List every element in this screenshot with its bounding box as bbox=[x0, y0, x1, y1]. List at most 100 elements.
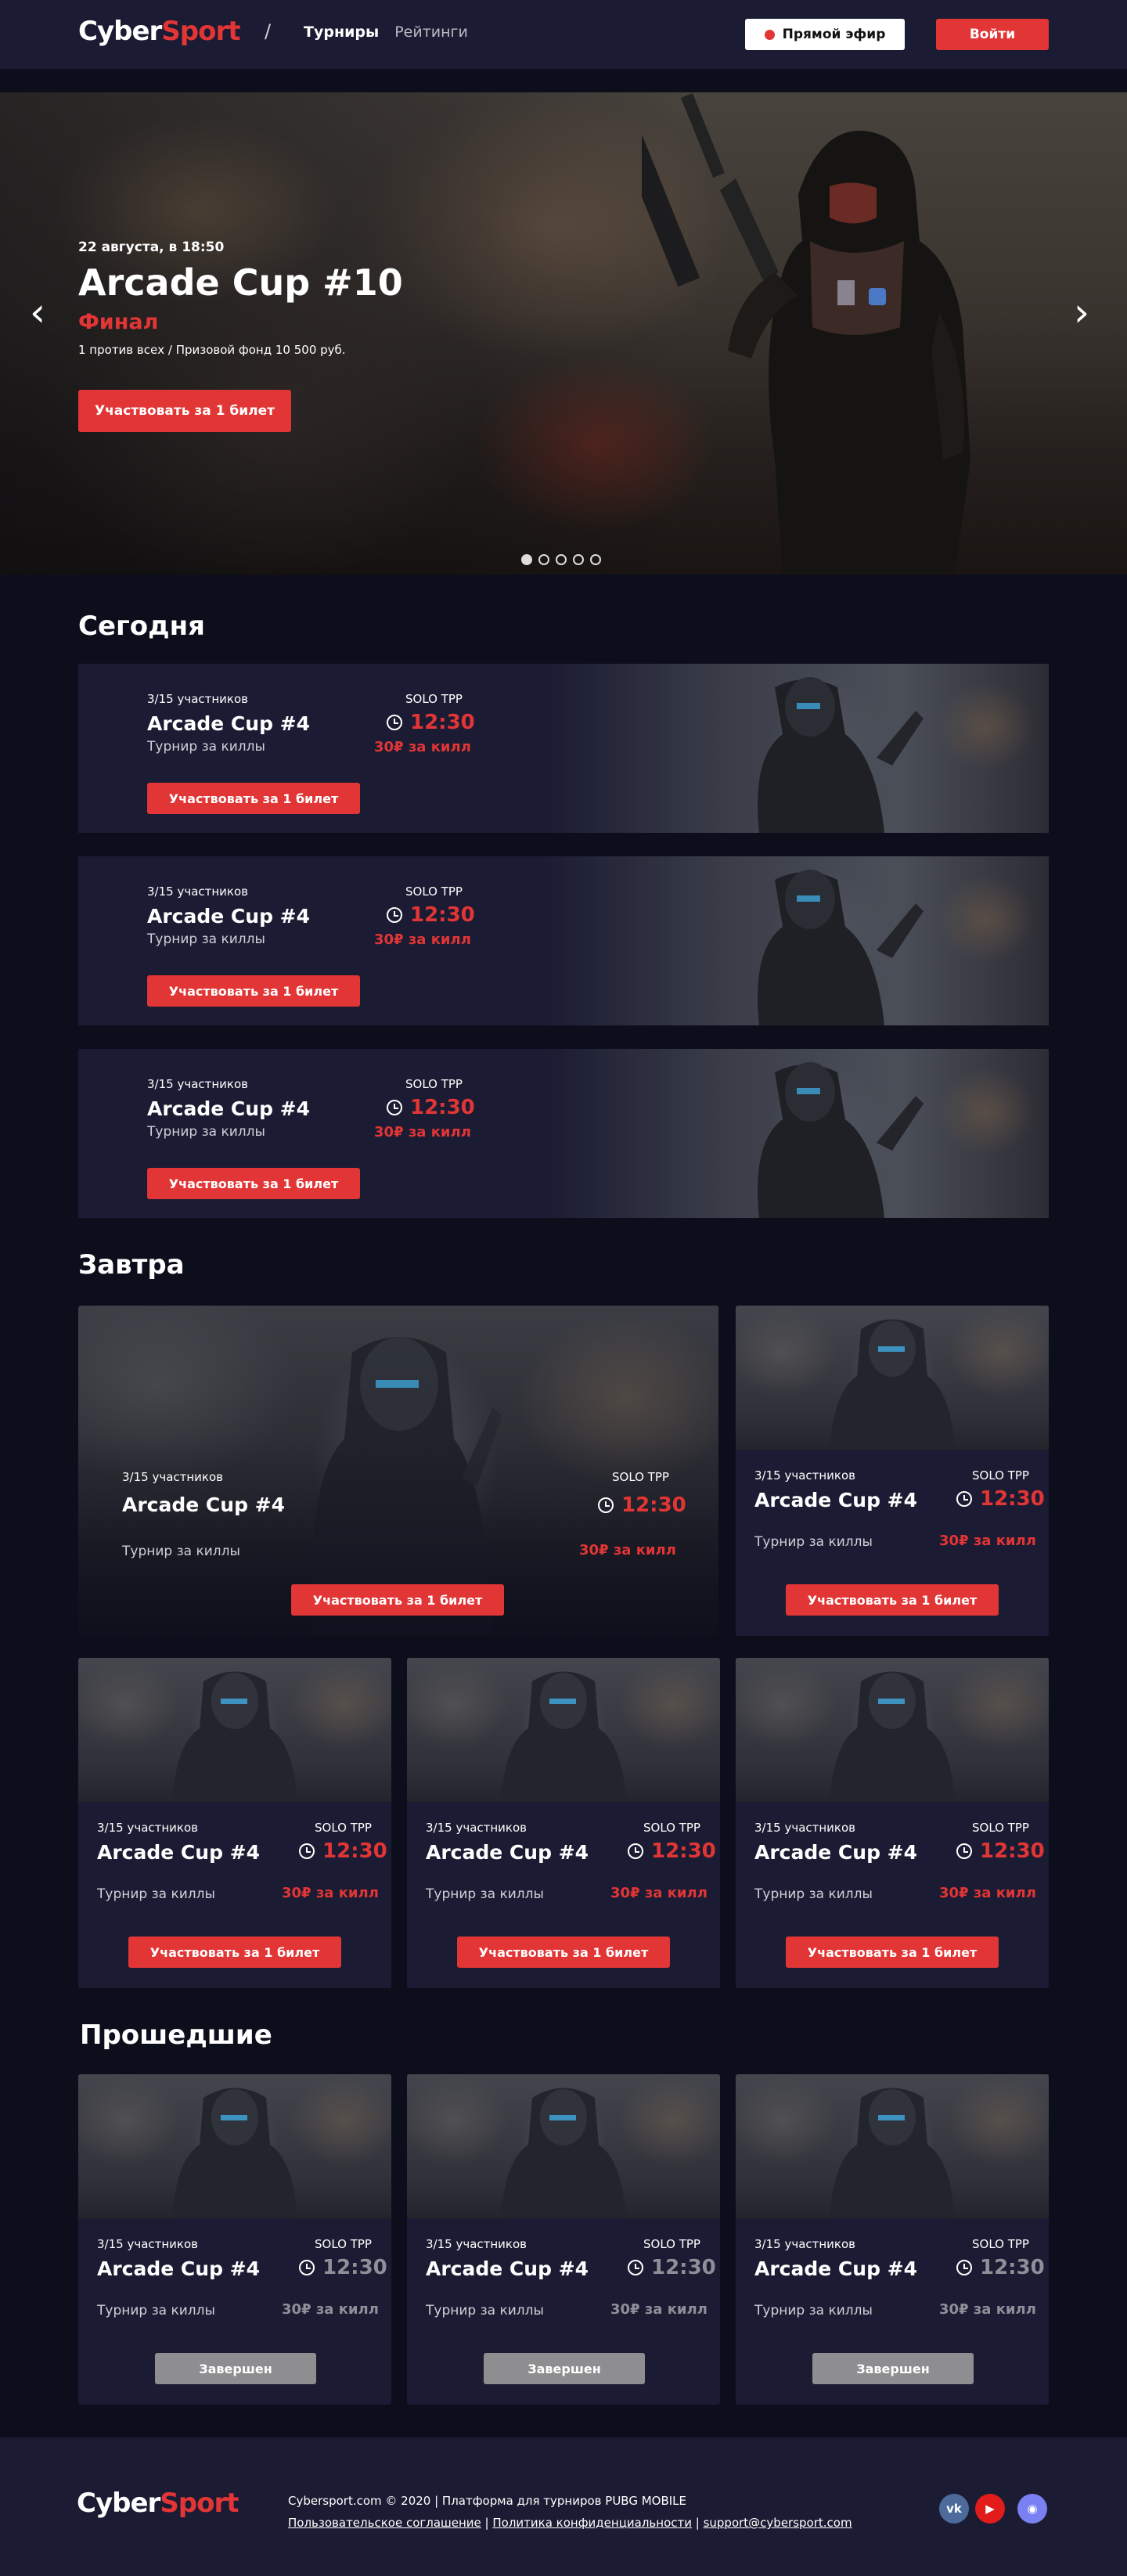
chevron-left-icon[interactable]: ‹ bbox=[30, 290, 45, 335]
discord-icon[interactable]: ◉ bbox=[1017, 2494, 1047, 2524]
start-time: 12:30 bbox=[387, 711, 475, 734]
privacy-link[interactable]: Политика конфиденциальности bbox=[492, 2516, 692, 2530]
start-time: 12:30 bbox=[299, 2256, 387, 2279]
tournament-name: Arcade Cup #4 bbox=[97, 2257, 261, 2280]
start-time: 12:30 bbox=[956, 1487, 1045, 1511]
clock-icon bbox=[956, 1491, 972, 1507]
tournament-type: Турнир за киллы bbox=[97, 2303, 215, 2318]
site-header: CyberSport / Турниры Рейтинги Прямой эфи… bbox=[0, 0, 1127, 69]
slider-dot[interactable] bbox=[521, 554, 532, 565]
logo[interactable]: CyberSport bbox=[78, 16, 241, 47]
hero-join-button[interactable]: Участвовать за 1 билет bbox=[78, 390, 291, 432]
chevron-right-icon[interactable]: › bbox=[1074, 290, 1089, 335]
tournament-card-past: 3/15 участников Arcade Cup #4 Турнир за … bbox=[736, 2074, 1049, 2405]
game-mode: SOLO TPP bbox=[315, 2237, 372, 2251]
tournament-card: 3/15 участников Arcade Cup #4 Турнир за … bbox=[736, 1658, 1049, 1988]
card-artwork bbox=[78, 1658, 391, 1802]
support-email-link[interactable]: support@cybersport.com bbox=[704, 2516, 852, 2530]
join-button[interactable]: Участвовать за 1 билет bbox=[147, 1168, 360, 1199]
game-mode: SOLO TPP bbox=[405, 884, 463, 899]
tournament-name: Arcade Cup #4 bbox=[97, 1841, 261, 1864]
footer-links: Пользовательское соглашение | Политика к… bbox=[288, 2516, 852, 2530]
game-mode: SOLO TPP bbox=[643, 1821, 700, 1835]
tournament-card: 3/15 участников Arcade Cup #4 Турнир за … bbox=[78, 1658, 391, 1988]
start-time: 12:30 bbox=[387, 903, 475, 927]
prize-per-kill: 30₽ за килл bbox=[939, 2301, 1036, 2318]
hero-banner: 22 августа, в 18:50 Arcade Cup #10 Финал… bbox=[0, 92, 1127, 575]
tournament-type: Турнир за киллы bbox=[147, 931, 265, 947]
nav-tournaments[interactable]: Турниры bbox=[304, 23, 379, 41]
hero-subtitle: Финал bbox=[78, 310, 159, 334]
site-footer: CyberSport Cybersport.com © 2020 | Платф… bbox=[0, 2437, 1127, 2576]
tournament-type: Турнир за киллы bbox=[147, 1124, 265, 1140]
prize-per-kill: 30₽ за килл bbox=[374, 1124, 471, 1140]
youtube-icon[interactable]: ▶ bbox=[975, 2494, 1005, 2524]
clock-icon bbox=[387, 715, 402, 730]
section-title-tomorrow: Завтра bbox=[78, 1249, 185, 1281]
prize-per-kill: 30₽ за килл bbox=[610, 1885, 708, 1901]
hero-date: 22 августа, в 18:50 bbox=[78, 240, 225, 255]
start-time: 12:30 bbox=[628, 1839, 716, 1863]
card-artwork bbox=[736, 1658, 1049, 1802]
tournament-name: Arcade Cup #4 bbox=[426, 2257, 589, 2280]
tournament-type: Турнир за киллы bbox=[754, 1886, 873, 1902]
finished-button: Завершен bbox=[155, 2353, 316, 2384]
footer-logo[interactable]: CyberSport bbox=[77, 2488, 239, 2519]
nav-ratings[interactable]: Рейтинги bbox=[394, 23, 468, 41]
start-time: 12:30 bbox=[956, 2256, 1045, 2279]
clock-icon bbox=[628, 2260, 643, 2275]
clock-icon bbox=[299, 2260, 315, 2275]
tournament-card-past: 3/15 участников Arcade Cup #4 Турнир за … bbox=[407, 2074, 720, 2405]
join-button[interactable]: Участвовать за 1 билет bbox=[786, 1584, 999, 1616]
main-nav: Турниры Рейтинги bbox=[304, 23, 479, 41]
clock-icon bbox=[956, 1843, 972, 1859]
tournament-type: Турнир за киллы bbox=[426, 1886, 544, 1902]
players-count: 3/15 участников bbox=[754, 2237, 856, 2251]
tournament-type: Турнир за киллы bbox=[122, 1544, 240, 1559]
players-count: 3/15 участников bbox=[122, 1470, 224, 1484]
game-mode: SOLO TPP bbox=[972, 1468, 1029, 1483]
login-button[interactable]: Войти bbox=[936, 19, 1049, 50]
tournament-type: Турнир за киллы bbox=[97, 1886, 215, 1902]
game-mode: SOLO TPP bbox=[972, 2237, 1029, 2251]
slider-dot[interactable] bbox=[573, 554, 584, 565]
clock-icon bbox=[956, 2260, 972, 2275]
nav-divider: / bbox=[265, 20, 272, 42]
tournament-name: Arcade Cup #4 bbox=[147, 1097, 311, 1120]
live-button[interactable]: Прямой эфир bbox=[745, 19, 905, 50]
game-mode: SOLO TPP bbox=[405, 692, 463, 706]
terms-link[interactable]: Пользовательское соглашение bbox=[288, 2516, 481, 2530]
players-count: 3/15 участников bbox=[97, 1821, 199, 1835]
finished-button: Завершен bbox=[484, 2353, 645, 2384]
join-button[interactable]: Участвовать за 1 билет bbox=[786, 1937, 999, 1968]
tournament-card-today: 3/15 участников Arcade Cup #4 Турнир за … bbox=[78, 856, 1049, 1025]
vk-icon[interactable]: vk bbox=[939, 2494, 969, 2524]
clock-icon bbox=[387, 907, 402, 923]
slider-dot[interactable] bbox=[590, 554, 601, 565]
prize-per-kill: 30₽ за килл bbox=[374, 739, 471, 755]
prize-per-kill: 30₽ за килл bbox=[939, 1533, 1036, 1549]
finished-button: Завершен bbox=[812, 2353, 974, 2384]
clock-icon bbox=[387, 1100, 402, 1115]
join-button[interactable]: Участвовать за 1 билет bbox=[291, 1584, 504, 1616]
prize-per-kill: 30₽ за килл bbox=[939, 1885, 1036, 1901]
card-artwork bbox=[548, 856, 1049, 1025]
prize-per-kill: 30₽ за килл bbox=[579, 1542, 676, 1558]
slider-dot[interactable] bbox=[556, 554, 567, 565]
tournament-type: Турнир за киллы bbox=[426, 2303, 544, 2318]
tournament-name: Arcade Cup #4 bbox=[122, 1493, 286, 1516]
players-count: 3/15 участников bbox=[426, 1821, 527, 1835]
join-button[interactable]: Участвовать за 1 билет bbox=[457, 1937, 670, 1968]
join-button[interactable]: Участвовать за 1 билет bbox=[147, 975, 360, 1007]
slider-dot[interactable] bbox=[538, 554, 549, 565]
join-button[interactable]: Участвовать за 1 билет bbox=[147, 783, 360, 814]
card-artwork bbox=[548, 1049, 1049, 1218]
players-count: 3/15 участников bbox=[147, 1077, 249, 1091]
card-artwork bbox=[407, 1658, 720, 1802]
clock-icon bbox=[598, 1497, 614, 1513]
join-button[interactable]: Участвовать за 1 билет bbox=[128, 1937, 341, 1968]
section-title-past: Прошедшие bbox=[80, 2019, 272, 2051]
start-time: 12:30 bbox=[628, 2256, 716, 2279]
prize-per-kill: 30₽ за килл bbox=[610, 2301, 708, 2318]
card-artwork bbox=[407, 2074, 720, 2218]
